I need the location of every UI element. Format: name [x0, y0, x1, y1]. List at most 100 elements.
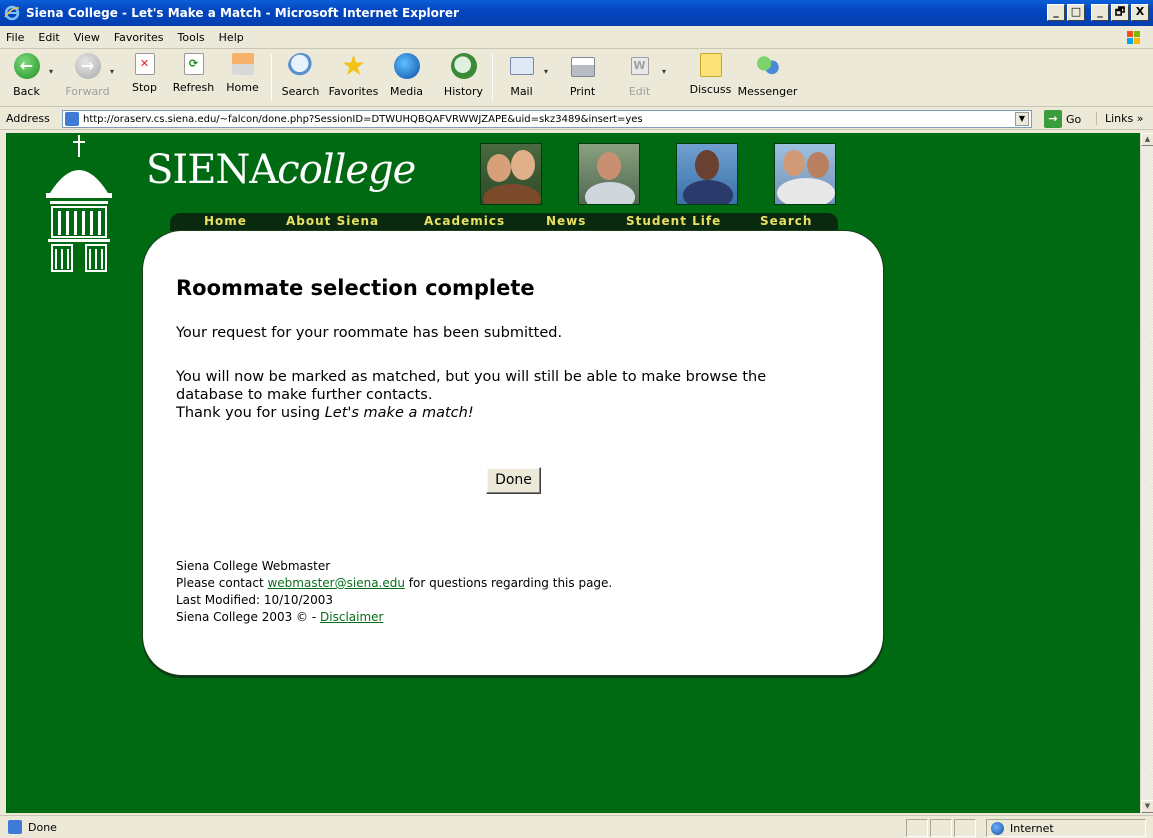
stop-icon: ✕: [134, 53, 155, 75]
mail-dropdown-icon[interactable]: ▾: [544, 67, 548, 76]
home-button[interactable]: Home: [218, 49, 267, 105]
nav-home[interactable]: Home: [204, 214, 247, 228]
status-panel: [954, 819, 976, 837]
menu-view[interactable]: View: [74, 31, 100, 44]
site-nav: Home About Siena Academics News Student …: [170, 213, 838, 231]
toolbar-separator: [271, 54, 272, 100]
scroll-down-icon[interactable]: ▼: [1141, 800, 1153, 813]
toolbar: ← Back ▾ → Forward ▾ ✕ Stop ⟳ Refresh Ho…: [0, 49, 1153, 107]
forward-arrow-icon: →: [74, 53, 101, 79]
forward-button[interactable]: → Forward ▾: [63, 49, 114, 105]
mail-button[interactable]: Mail ▾: [497, 49, 548, 105]
ie-logo-icon: [4, 5, 20, 21]
webmaster-email-link[interactable]: webmaster@siena.edu: [267, 576, 404, 590]
security-zone[interactable]: Internet: [986, 819, 1146, 837]
close-button[interactable]: X: [1131, 4, 1149, 21]
refresh-button[interactable]: ⟳ Refresh: [169, 49, 218, 105]
toolbar-separator: [492, 54, 493, 100]
student-photo: [774, 143, 836, 205]
messenger-icon: [754, 53, 781, 79]
status-text: Done: [28, 820, 57, 834]
status-panels: [906, 819, 978, 837]
forward-dropdown-icon[interactable]: ▾: [110, 67, 114, 76]
status-panel: [906, 819, 928, 837]
search-button[interactable]: Search: [276, 49, 325, 105]
student-photo: [480, 143, 542, 205]
page-title: Roommate selection complete: [176, 276, 535, 300]
search-icon: [287, 53, 314, 79]
minimize-button[interactable]: _: [1047, 4, 1065, 21]
nav-search[interactable]: Search: [760, 214, 812, 228]
home-icon: [231, 53, 254, 75]
discuss-button[interactable]: Discuss: [686, 49, 735, 105]
title-bar: Siena College - Let's Make a Match - Mic…: [0, 0, 1153, 26]
status-panel: [930, 819, 952, 837]
back-dropdown-icon[interactable]: ▾: [49, 67, 53, 76]
footer-copyright: Siena College 2003 © - Disclaimer: [176, 610, 384, 624]
window-controls: _ □ _ 🗗 X: [1047, 4, 1149, 21]
go-arrow-icon: →: [1044, 110, 1062, 128]
address-label: Address: [6, 112, 50, 125]
matched-message: You will now be marked as matched, but y…: [176, 369, 767, 421]
nav-student-life[interactable]: Student Life: [626, 214, 721, 228]
page-icon: [65, 112, 79, 126]
edit-dropdown-icon[interactable]: ▾: [662, 67, 666, 76]
go-button[interactable]: → Go: [1044, 110, 1081, 128]
status-bar: Done Internet: [0, 815, 1153, 838]
back-button[interactable]: ← Back ▾: [2, 49, 53, 105]
history-icon: [450, 53, 477, 79]
mail-icon: [509, 57, 534, 75]
refresh-icon: ⟳: [183, 53, 204, 75]
page-footer: Siena College Webmaster Please contact w…: [176, 558, 612, 626]
scroll-up-icon[interactable]: ▲: [1141, 133, 1153, 146]
favorites-button[interactable]: ★ Favorites: [329, 49, 379, 105]
star-icon: ★: [340, 49, 367, 82]
history-button[interactable]: History: [439, 49, 488, 105]
menu-edit[interactable]: Edit: [38, 31, 59, 44]
windows-flag-icon: [1119, 29, 1147, 47]
page-done-icon: [8, 820, 22, 834]
content-panel: Roommate selection complete Your request…: [142, 230, 884, 676]
menu-help[interactable]: Help: [219, 31, 244, 44]
siena-dome-logo: [28, 133, 118, 273]
siena-college-logo[interactable]: SIENAcollege: [146, 147, 416, 193]
messenger-button[interactable]: Messenger: [738, 49, 797, 105]
disclaimer-link[interactable]: Disclaimer: [320, 610, 383, 624]
menu-file[interactable]: File: [6, 31, 24, 44]
nav-news[interactable]: News: [546, 214, 586, 228]
address-bar: Address http://oraserv.cs.siena.edu/~fal…: [0, 108, 1153, 130]
print-button[interactable]: Print: [558, 49, 607, 105]
student-photos: [480, 143, 872, 205]
nav-about-siena[interactable]: About Siena: [286, 214, 379, 228]
vertical-scrollbar[interactable]: ▲ ▼: [1140, 133, 1153, 813]
minimize-window-button[interactable]: _: [1091, 4, 1109, 21]
media-icon: [393, 53, 420, 79]
printer-icon: [570, 57, 595, 77]
window-title: Siena College - Let's Make a Match - Mic…: [26, 6, 459, 20]
stop-button[interactable]: ✕ Stop: [120, 49, 169, 105]
page-viewport: SIENAcollege Home About Siena Academics …: [6, 133, 1140, 813]
word-edit-icon: W: [630, 57, 649, 75]
globe-icon: [991, 821, 1004, 835]
menu-bar: File Edit View Favorites Tools Help: [0, 26, 1153, 49]
menu-favorites[interactable]: Favorites: [114, 31, 164, 44]
student-photo: [578, 143, 640, 205]
nav-academics[interactable]: Academics: [424, 214, 505, 228]
footer-contact: Please contact webmaster@siena.edu for q…: [176, 576, 613, 590]
student-photo: [676, 143, 738, 205]
menu-tools[interactable]: Tools: [178, 31, 205, 44]
address-url[interactable]: http://oraserv.cs.siena.edu/~falcon/done…: [83, 114, 643, 125]
address-dropdown-icon[interactable]: ▼: [1015, 112, 1029, 126]
done-button[interactable]: Done: [486, 467, 541, 494]
address-input[interactable]: http://oraserv.cs.siena.edu/~falcon/done…: [62, 110, 1032, 128]
maximize-button[interactable]: □: [1067, 4, 1085, 21]
footer-last-modified: Last Modified: 10/10/2003: [176, 593, 334, 607]
submitted-message: Your request for your roommate has been …: [176, 325, 563, 341]
media-button[interactable]: Media: [382, 49, 431, 105]
back-arrow-icon: ←: [13, 53, 40, 79]
restore-button[interactable]: 🗗: [1111, 4, 1129, 21]
footer-webmaster: Siena College Webmaster: [176, 559, 331, 573]
edit-button[interactable]: W Edit ▾: [615, 49, 666, 105]
discuss-icon: [699, 53, 722, 77]
links-toolbar[interactable]: Links »: [1096, 112, 1143, 125]
